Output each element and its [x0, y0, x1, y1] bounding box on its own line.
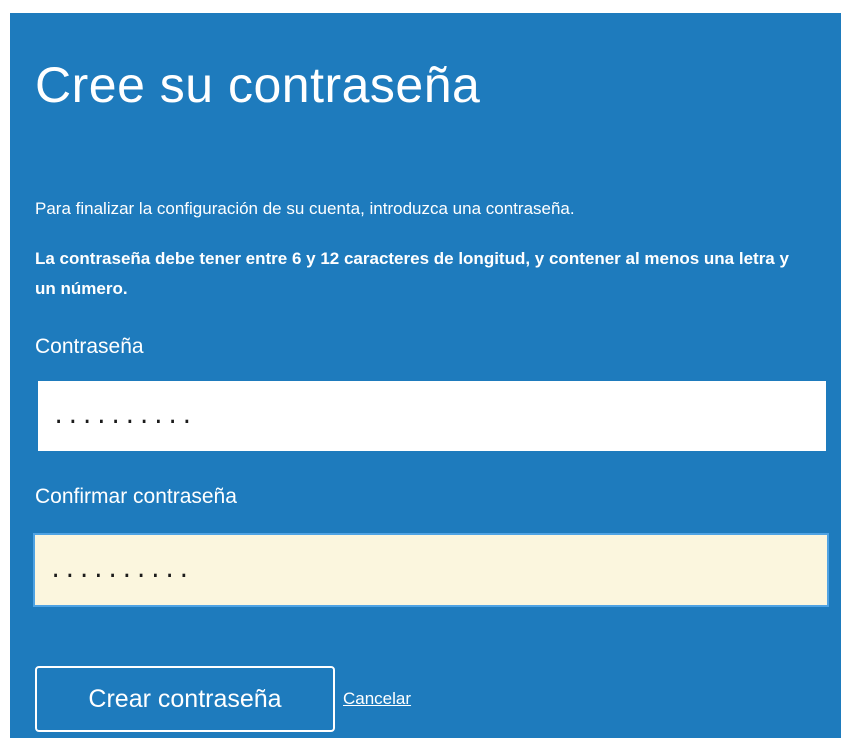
confirm-password-field[interactable]: [33, 533, 829, 607]
create-password-button[interactable]: Crear contraseña: [35, 666, 335, 732]
password-field[interactable]: [38, 381, 826, 451]
password-label: Contraseña: [35, 335, 144, 358]
intro-text: Para finalizar la configuración de su cu…: [35, 199, 575, 218]
create-password-panel: Cree su contraseña Para finalizar la con…: [10, 13, 841, 738]
page-title: Cree su contraseña: [35, 57, 481, 113]
cancel-link[interactable]: Cancelar: [343, 689, 411, 709]
password-requirements-text: La contraseña debe tener entre 6 y 12 ca…: [35, 249, 789, 298]
confirm-password-label: Confirmar contraseña: [35, 485, 237, 508]
